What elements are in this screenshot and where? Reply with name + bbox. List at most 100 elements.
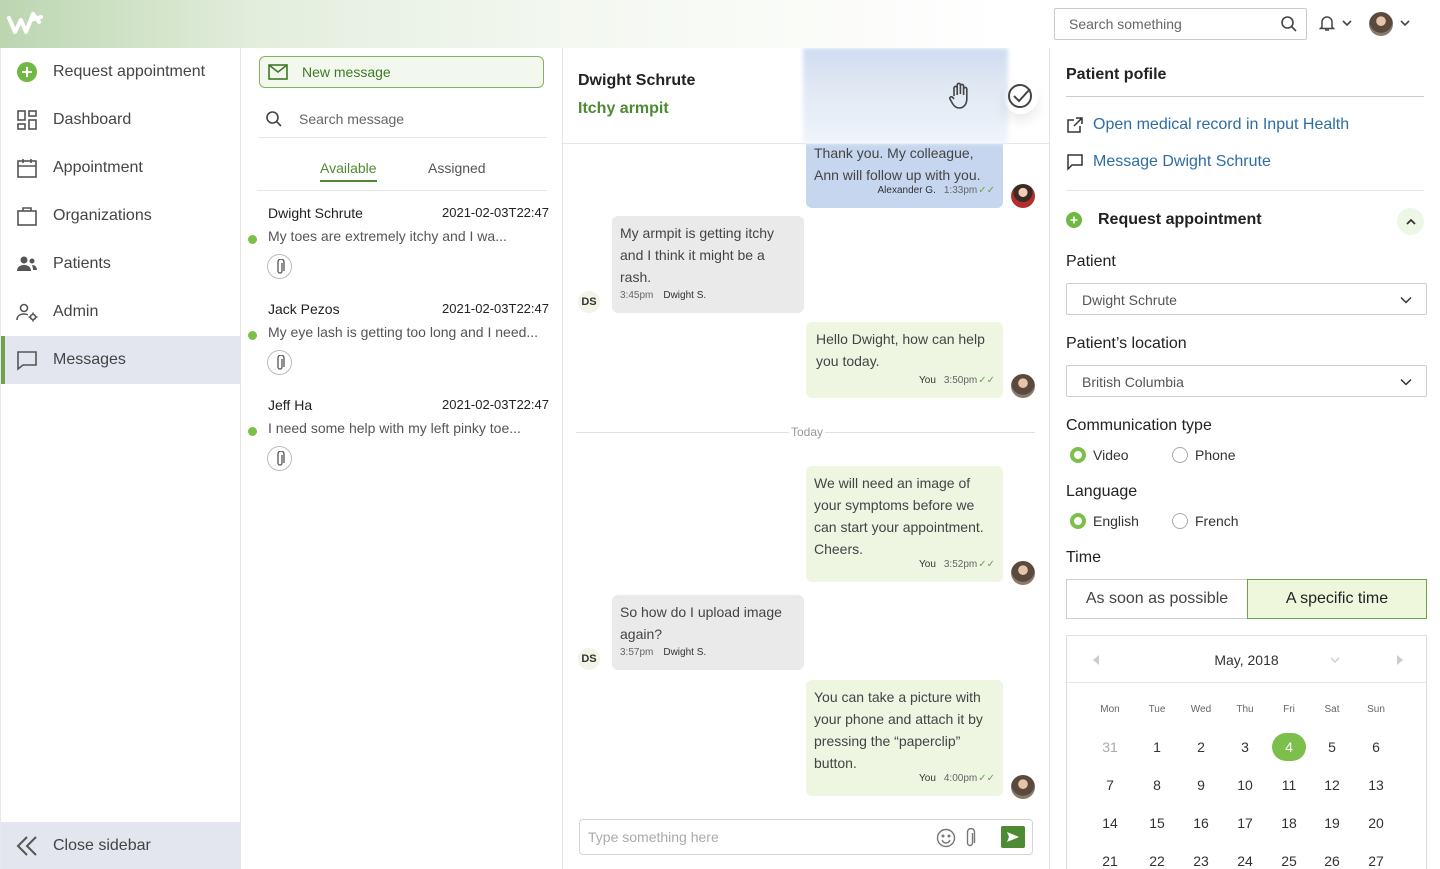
avatar: [1011, 561, 1035, 585]
close-sidebar-button[interactable]: Close sidebar: [1, 822, 241, 869]
user-avatar[interactable]: [1369, 12, 1393, 36]
sidebar-item-organizations[interactable]: Organizations: [1, 192, 241, 240]
calendar-day[interactable]: 7: [1093, 771, 1127, 799]
location-select[interactable]: British Columbia: [1066, 365, 1427, 397]
calendar-day[interactable]: 20: [1359, 809, 1393, 837]
chevron-down-icon[interactable]: [1399, 17, 1411, 29]
send-icon: [1007, 832, 1019, 842]
tab-available[interactable]: Available: [320, 160, 377, 182]
radio-circle: [1070, 447, 1086, 463]
new-message-button[interactable]: New message: [259, 56, 544, 88]
calendar-icon: [15, 156, 39, 180]
request-appointment-section-header: Request appointment: [1066, 208, 1426, 235]
calendar-day[interactable]: 18: [1272, 809, 1306, 837]
calendar-day[interactable]: 3: [1228, 733, 1262, 761]
calendar-day[interactable]: 13: [1359, 771, 1393, 799]
time-option-specific[interactable]: A specific time: [1247, 579, 1427, 619]
hand-icon[interactable]: [947, 82, 973, 110]
calendar-day[interactable]: 16: [1184, 809, 1218, 837]
message-meta: 3:57pm Dwight S.: [620, 642, 706, 664]
message-meta: Alexander G. 1:33pm✓✓: [878, 180, 996, 202]
chevron-down-icon[interactable]: [1330, 656, 1340, 664]
collapse-button[interactable]: [1397, 208, 1424, 235]
location-label: Patient’s location: [1066, 335, 1187, 352]
calendar-day[interactable]: 21: [1093, 847, 1127, 869]
emoji-icon[interactable]: [936, 828, 956, 848]
app-logo[interactable]: [6, 8, 44, 40]
read-ticks-icon: ✓✓: [978, 375, 995, 386]
message-search-input[interactable]: [299, 106, 539, 132]
calendar-day[interactable]: 22: [1140, 847, 1174, 869]
calendar-day[interactable]: 12: [1315, 771, 1349, 799]
notifications-bell-icon[interactable]: [1318, 14, 1336, 32]
calendar-day[interactable]: 9: [1184, 771, 1218, 799]
radio-french[interactable]: French: [1172, 513, 1239, 529]
calendar-weekday-label: Mon: [1100, 704, 1120, 715]
select-value: Dwight Schrute: [1082, 292, 1177, 308]
calendar-day[interactable]: 1: [1140, 733, 1174, 761]
paperclip-icon[interactable]: [267, 350, 292, 375]
sidebar-item-request-appointment[interactable]: Request appointment: [1, 48, 241, 96]
message-text: Thank you. My colleague, Ann will follow…: [814, 145, 981, 183]
calendar-day[interactable]: 24: [1228, 847, 1262, 869]
calendar-day[interactable]: 10: [1228, 771, 1262, 799]
sidebar-item-admin[interactable]: Admin: [1, 288, 241, 336]
calendar-day[interactable]: 17: [1228, 809, 1262, 837]
message-sender: Alexander G.: [877, 185, 936, 196]
calendar-day[interactable]: 19: [1315, 809, 1349, 837]
check-circle-icon[interactable]: [1004, 80, 1038, 114]
conversation-item[interactable]: Jack Pezos 2021-02-03T22:47 My eye lash …: [241, 288, 563, 384]
calendar-day[interactable]: 8: [1140, 771, 1174, 799]
calendar-day[interactable]: 25: [1272, 847, 1306, 869]
close-sidebar-label: Close sidebar: [53, 836, 151, 854]
conversation-name: Jeff Ha: [268, 397, 313, 413]
chevron-right-icon[interactable]: [1395, 654, 1405, 666]
calendar-day[interactable]: 27: [1359, 847, 1393, 869]
calendar-day[interactable]: 11: [1272, 771, 1306, 799]
online-indicator: [248, 427, 257, 436]
global-search[interactable]: [1054, 8, 1307, 40]
calendar-day[interactable]: 5: [1315, 733, 1349, 761]
conversation-item[interactable]: Dwight Schrute 2021-02-03T22:47 My toes …: [241, 192, 563, 288]
message-search[interactable]: [259, 102, 547, 138]
time-option-asap[interactable]: As soon as possible: [1066, 579, 1247, 619]
patient-select[interactable]: Dwight Schrute: [1066, 283, 1427, 315]
open-medical-record-link[interactable]: Open medical record in Input Health: [1066, 116, 1349, 134]
read-ticks-icon: ✓✓: [978, 559, 995, 570]
sidebar-item-messages[interactable]: Messages: [1, 336, 241, 384]
search-icon[interactable]: [1280, 15, 1298, 33]
conversation-date: 2021-02-03T22:47: [442, 205, 549, 220]
message-text: You can take a picture with your phone a…: [814, 689, 983, 771]
calendar-day[interactable]: 4: [1272, 733, 1306, 761]
sidebar-item-dashboard[interactable]: Dashboard: [1, 96, 241, 144]
calendar-day[interactable]: 2: [1184, 733, 1218, 761]
conversation-item[interactable]: Jeff Ha 2021-02-03T22:47 I need some hel…: [241, 384, 563, 480]
calendar-day[interactable]: 15: [1140, 809, 1174, 837]
chevron-left-icon[interactable]: [1091, 654, 1101, 666]
paperclip-icon[interactable]: [964, 828, 976, 848]
global-search-input[interactable]: [1055, 9, 1265, 39]
calendar-day[interactable]: 26: [1315, 847, 1349, 869]
radio-english[interactable]: English: [1070, 513, 1139, 529]
radio-label: Phone: [1195, 447, 1236, 463]
paperclip-icon[interactable]: [267, 446, 292, 471]
radio-phone[interactable]: Phone: [1172, 447, 1235, 463]
sidebar-item-label: Appointment: [53, 159, 143, 176]
sidebar-item-patients[interactable]: Patients: [1, 240, 241, 288]
message-meta: You 3:52pm✓✓: [919, 554, 995, 576]
calendar-day[interactable]: 14: [1093, 809, 1127, 837]
read-ticks-icon: ✓✓: [978, 185, 995, 196]
chevron-down-icon[interactable]: [1341, 17, 1353, 29]
calendar-day[interactable]: 6: [1359, 733, 1393, 761]
calendar-day[interactable]: 31: [1093, 733, 1127, 761]
radio-video[interactable]: Video: [1070, 447, 1129, 463]
message-patient-link[interactable]: Message Dwight Schrute: [1066, 153, 1271, 171]
tab-assigned[interactable]: Assigned: [428, 160, 486, 180]
message-time: 4:00pm: [943, 773, 978, 784]
paperclip-icon[interactable]: [267, 254, 292, 279]
sidebar-item-appointment[interactable]: Appointment: [1, 144, 241, 192]
message-input[interactable]: [588, 826, 928, 848]
radio-label: French: [1195, 513, 1239, 529]
send-button[interactable]: [1001, 826, 1025, 848]
calendar-day[interactable]: 23: [1184, 847, 1218, 869]
